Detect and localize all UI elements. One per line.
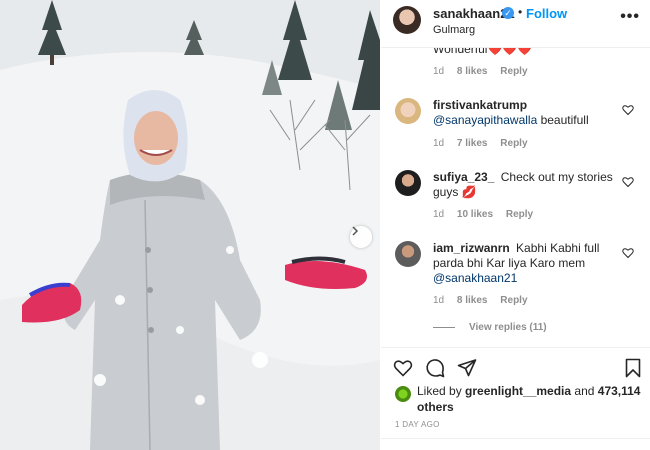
comments-list: Wonderful❤️❤️❤️ 1d 8 likes Reply firstiv… xyxy=(381,48,650,348)
post-timestamp[interactable]: 1 DAY AGO xyxy=(395,420,440,429)
comment-avatar[interactable] xyxy=(395,241,421,267)
list-item: firstivankatrump @sanayapithawalla beaut… xyxy=(433,98,618,128)
comment-likes[interactable]: 8 likes xyxy=(457,295,488,306)
comment-likes[interactable]: 8 likes xyxy=(457,66,488,77)
liked-by-avatar[interactable] xyxy=(395,386,411,402)
comment-reply-button[interactable]: Reply xyxy=(500,66,527,77)
next-photo-button[interactable] xyxy=(350,226,372,248)
list-item: iam_rizwanrn Kabhi Kabhi full parda bhi … xyxy=(433,241,618,286)
comment-reply-button[interactable]: Reply xyxy=(500,138,527,149)
comment-avatar[interactable] xyxy=(395,170,421,196)
comment-username[interactable]: firstivankatrump xyxy=(433,98,527,112)
verified-badge-icon: ✓ xyxy=(502,7,514,19)
chevron-right-icon xyxy=(352,226,359,236)
more-options-icon[interactable]: ••• xyxy=(620,8,640,26)
comment-text: beautifull xyxy=(537,113,589,127)
share-icon[interactable] xyxy=(457,358,477,378)
comment-username[interactable]: sufiya_23_ xyxy=(433,170,494,184)
comment-reply-button[interactable]: Reply xyxy=(500,295,527,306)
comment-username[interactable]: iam_rizwanrn xyxy=(433,241,510,255)
liked-by-middle: and xyxy=(571,384,598,398)
post-photo[interactable] xyxy=(0,0,380,450)
comment-time: 1d xyxy=(433,295,445,306)
bookmark-icon[interactable] xyxy=(623,358,643,378)
action-bar xyxy=(381,347,650,387)
heart-icon[interactable] xyxy=(393,358,413,378)
view-replies-button[interactable]: View replies (11) xyxy=(433,322,547,333)
replies-divider xyxy=(433,326,455,328)
snow-scene-illustration xyxy=(0,0,380,450)
heart-icon[interactable] xyxy=(622,176,634,188)
view-replies-label: View replies (11) xyxy=(469,322,547,333)
post-header: sanakhaan21 ✓ • Follow Gulmarg ••• xyxy=(381,0,650,48)
comment-meta: 1d 10 likes Reply xyxy=(433,209,543,220)
divider xyxy=(381,438,650,439)
post-location[interactable]: Gulmarg xyxy=(433,24,475,36)
liked-by-prefix: Liked by xyxy=(417,384,466,398)
comment-time: 1d xyxy=(433,66,445,77)
post-sidebar: sanakhaan21 ✓ • Follow Gulmarg ••• Wonde… xyxy=(381,0,650,450)
comment-meta: 1d 8 likes Reply xyxy=(433,295,538,306)
comment-likes[interactable]: 10 likes xyxy=(457,209,493,220)
comment-avatar[interactable] xyxy=(395,98,421,124)
comment-icon[interactable] xyxy=(425,358,445,378)
list-item: sufiya_23_ Check out my stories guys 💋 xyxy=(433,170,618,200)
post-modal: sanakhaan21 ✓ • Follow Gulmarg ••• Wonde… xyxy=(0,0,650,450)
comment-time: 1d xyxy=(433,138,445,149)
follow-button[interactable]: Follow xyxy=(526,6,567,21)
separator-dot: • xyxy=(518,5,523,19)
partial-comment-text: Wonderful❤️❤️❤️ xyxy=(433,48,533,56)
comment-mention[interactable]: @sanayapithawalla xyxy=(433,113,537,127)
author-avatar[interactable] xyxy=(393,6,421,34)
comment-meta: 1d 7 likes Reply xyxy=(433,138,538,149)
heart-icon[interactable] xyxy=(622,247,634,259)
comment-mention[interactable]: @sanakhaan21 xyxy=(433,271,517,285)
comment-likes[interactable]: 7 likes xyxy=(457,138,488,149)
comment-time: 1d xyxy=(433,209,445,220)
comment-reply-button[interactable]: Reply xyxy=(506,209,533,220)
likes-summary: Liked by greenlight__media and 473,114 o… xyxy=(417,383,642,415)
comment-meta: 1d 8 likes Reply xyxy=(433,66,538,77)
heart-icon[interactable] xyxy=(622,104,634,116)
liked-by-user[interactable]: greenlight__media xyxy=(465,384,571,398)
